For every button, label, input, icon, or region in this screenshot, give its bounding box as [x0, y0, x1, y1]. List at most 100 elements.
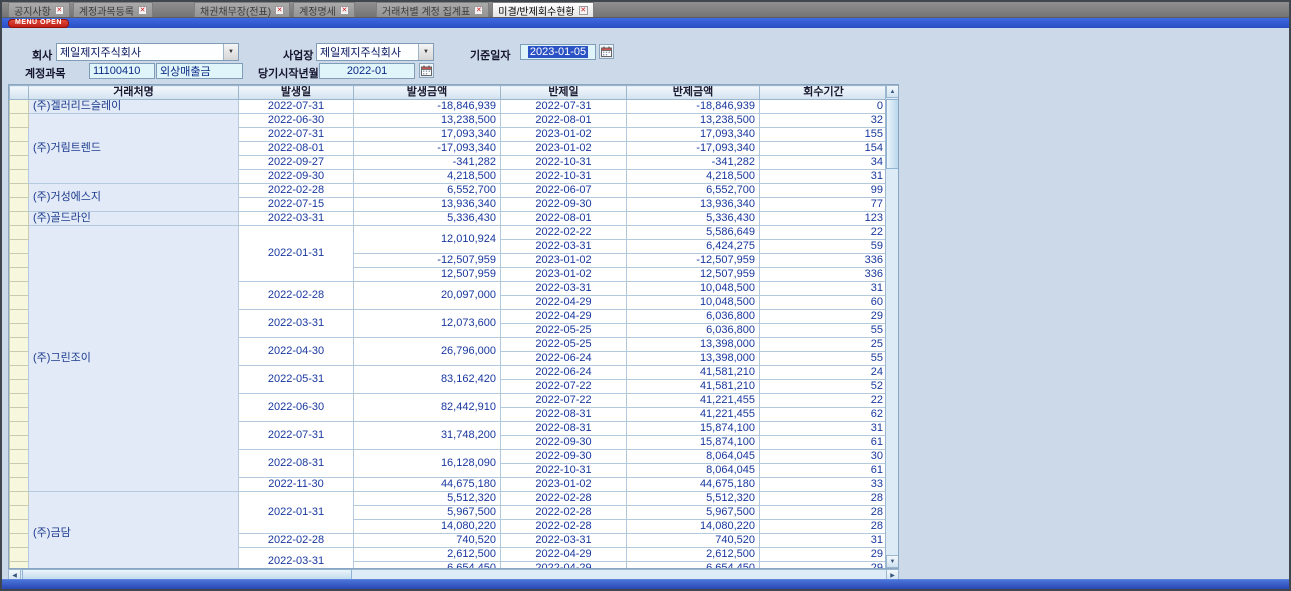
occur-date-cell[interactable]: 2022-03-31: [239, 212, 354, 226]
occur-amount-cell[interactable]: 17,093,340: [354, 128, 501, 142]
collect-days-cell[interactable]: 29: [760, 562, 888, 570]
settle-amount-cell[interactable]: 13,238,500: [627, 114, 760, 128]
collect-days-cell[interactable]: 31: [760, 534, 888, 548]
occur-date-cell[interactable]: 2022-07-31: [239, 128, 354, 142]
occur-amount-cell[interactable]: 5,336,430: [354, 212, 501, 226]
collect-days-cell[interactable]: 52: [760, 380, 888, 394]
collect-days-cell[interactable]: 28: [760, 492, 888, 506]
settle-date-cell[interactable]: 2022-02-28: [501, 506, 627, 520]
account-code-input[interactable]: 11100410: [89, 63, 155, 79]
period-start-calendar-button[interactable]: [419, 63, 434, 78]
settle-amount-cell[interactable]: 13,398,000: [627, 338, 760, 352]
col-header-occur-amount[interactable]: 발생금액: [354, 86, 501, 100]
tab[interactable]: 미결/반제회수현황✕: [492, 2, 593, 17]
collect-days-cell[interactable]: 154: [760, 142, 888, 156]
chevron-down-icon[interactable]: ▼: [223, 44, 238, 60]
settle-amount-cell[interactable]: 15,874,100: [627, 436, 760, 450]
row-selector[interactable]: [10, 170, 29, 184]
menu-open-button[interactable]: MENU OPEN: [8, 19, 69, 28]
collect-days-cell[interactable]: 28: [760, 506, 888, 520]
settle-amount-cell[interactable]: 5,586,649: [627, 226, 760, 240]
settle-amount-cell[interactable]: 10,048,500: [627, 282, 760, 296]
collect-days-cell[interactable]: 59: [760, 240, 888, 254]
row-selector[interactable]: [10, 268, 29, 282]
occur-date-cell[interactable]: 2022-07-15: [239, 198, 354, 212]
settle-date-cell[interactable]: 2022-10-31: [501, 464, 627, 478]
occur-date-cell[interactable]: 2022-01-31: [239, 226, 354, 282]
settle-date-cell[interactable]: 2022-02-28: [501, 492, 627, 506]
occur-amount-cell[interactable]: 13,936,340: [354, 198, 501, 212]
row-selector[interactable]: [10, 226, 29, 240]
customer-name-cell[interactable]: (주)겔러리드슬레이: [29, 100, 239, 114]
row-selector[interactable]: [10, 366, 29, 380]
scroll-down-icon[interactable]: ▼: [886, 555, 899, 568]
settle-amount-cell[interactable]: 6,036,800: [627, 324, 760, 338]
settle-date-cell[interactable]: 2023-01-02: [501, 254, 627, 268]
settle-date-cell[interactable]: 2022-09-30: [501, 198, 627, 212]
settle-date-cell[interactable]: 2022-09-30: [501, 450, 627, 464]
occur-amount-cell[interactable]: 26,796,000: [354, 338, 501, 366]
row-selector[interactable]: [10, 436, 29, 450]
row-selector[interactable]: [10, 100, 29, 114]
col-header-customer[interactable]: 거래처명: [29, 86, 239, 100]
row-selector[interactable]: [10, 506, 29, 520]
row-selector[interactable]: [10, 422, 29, 436]
tab[interactable]: 계정명세✕: [293, 2, 355, 17]
occur-date-cell[interactable]: 2022-08-01: [239, 142, 354, 156]
occur-amount-cell[interactable]: 83,162,420: [354, 366, 501, 394]
company-select[interactable]: 제일제지주식회사 ▼: [56, 43, 239, 61]
settle-date-cell[interactable]: 2022-03-31: [501, 282, 627, 296]
settle-amount-cell[interactable]: 41,221,455: [627, 394, 760, 408]
occur-amount-cell[interactable]: 44,675,180: [354, 478, 501, 492]
tab-close-icon[interactable]: ✕: [340, 6, 349, 15]
occur-amount-cell[interactable]: 13,238,500: [354, 114, 501, 128]
collect-days-cell[interactable]: 99: [760, 184, 888, 198]
settle-amount-cell[interactable]: 5,967,500: [627, 506, 760, 520]
occur-date-cell[interactable]: 2022-11-30: [239, 478, 354, 492]
settle-date-cell[interactable]: 2022-08-01: [501, 114, 627, 128]
collect-days-cell[interactable]: 22: [760, 394, 888, 408]
collect-days-cell[interactable]: 60: [760, 296, 888, 310]
settle-amount-cell[interactable]: 14,080,220: [627, 520, 760, 534]
settle-date-cell[interactable]: 2022-02-28: [501, 520, 627, 534]
settle-amount-cell[interactable]: 41,581,210: [627, 366, 760, 380]
collect-days-cell[interactable]: 31: [760, 170, 888, 184]
row-selector[interactable]: [10, 408, 29, 422]
settle-date-cell[interactable]: 2022-08-31: [501, 422, 627, 436]
settle-date-cell[interactable]: 2022-05-25: [501, 324, 627, 338]
row-selector[interactable]: [10, 240, 29, 254]
settle-date-cell[interactable]: 2022-08-31: [501, 408, 627, 422]
settle-amount-cell[interactable]: -17,093,340: [627, 142, 760, 156]
occur-date-cell[interactable]: 2022-07-31: [239, 100, 354, 114]
occur-amount-cell[interactable]: 4,218,500: [354, 170, 501, 184]
customer-name-cell[interactable]: (주)거림트렌드: [29, 114, 239, 184]
customer-name-cell[interactable]: (주)거성에스지: [29, 184, 239, 212]
site-select[interactable]: 제일제지주식회사 ▼: [316, 43, 434, 61]
account-name-input[interactable]: 외상매출금: [156, 63, 243, 79]
settle-amount-cell[interactable]: 740,520: [627, 534, 760, 548]
tab-close-icon[interactable]: ✕: [579, 6, 588, 15]
customer-name-cell[interactable]: (주)그린조이: [29, 226, 239, 492]
occur-date-cell[interactable]: 2022-06-30: [239, 394, 354, 422]
collect-days-cell[interactable]: 336: [760, 254, 888, 268]
row-selector[interactable]: [10, 198, 29, 212]
occur-date-cell[interactable]: 2022-04-30: [239, 338, 354, 366]
occur-amount-cell[interactable]: -18,846,939: [354, 100, 501, 114]
row-selector[interactable]: [10, 310, 29, 324]
tab-close-icon[interactable]: ✕: [138, 6, 147, 15]
collect-days-cell[interactable]: 29: [760, 548, 888, 562]
occur-amount-cell[interactable]: 12,073,600: [354, 310, 501, 338]
occur-amount-cell[interactable]: 2,612,500: [354, 548, 501, 562]
occur-amount-cell[interactable]: 740,520: [354, 534, 501, 548]
settle-date-cell[interactable]: 2022-07-31: [501, 100, 627, 114]
settle-amount-cell[interactable]: 5,512,320: [627, 492, 760, 506]
occur-date-cell[interactable]: 2022-05-31: [239, 366, 354, 394]
occur-date-cell[interactable]: 2022-03-31: [239, 548, 354, 570]
occur-date-cell[interactable]: 2022-02-28: [239, 534, 354, 548]
settle-date-cell[interactable]: 2022-06-24: [501, 352, 627, 366]
occur-date-cell[interactable]: 2022-07-31: [239, 422, 354, 450]
settle-date-cell[interactable]: 2022-10-31: [501, 170, 627, 184]
occur-amount-cell[interactable]: -12,507,959: [354, 254, 501, 268]
settle-date-cell[interactable]: 2022-03-31: [501, 240, 627, 254]
settle-amount-cell[interactable]: 13,936,340: [627, 198, 760, 212]
